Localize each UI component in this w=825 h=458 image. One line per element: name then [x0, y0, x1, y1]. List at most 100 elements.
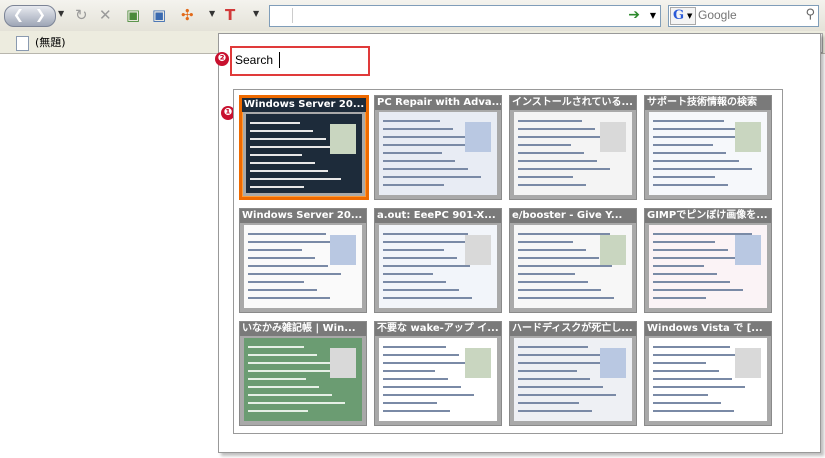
- go-arrow-icon[interactable]: ➔: [628, 7, 640, 23]
- preview-text-line: [250, 162, 315, 164]
- preview-text-line: [248, 249, 302, 251]
- search-icon[interactable]: ⚲: [805, 7, 815, 22]
- tab-thumbnail[interactable]: GIMPでピンぼけ画像を...: [644, 208, 772, 313]
- tab-thumbnail[interactable]: ハードディスクが死亡し...: [509, 321, 637, 426]
- new-window-icon[interactable]: ▣: [152, 6, 166, 24]
- reload-icon[interactable]: ↻: [75, 6, 88, 24]
- tab-thumbnail-popup: ❷ ❶ Windows Server 20...PC Repair with A…: [215, 33, 821, 453]
- preview-text-line: [518, 233, 610, 235]
- tab-thumbnail[interactable]: 不要な wake-アップ イ...: [374, 321, 502, 426]
- preview-text-line: [653, 281, 730, 283]
- preview-text-line: [248, 394, 332, 396]
- preview-text-line: [250, 138, 326, 140]
- url-dropdown-icon[interactable]: ▼: [650, 11, 656, 20]
- engine-dropdown-icon: ▼: [687, 12, 693, 20]
- thumbnail-title: Windows Vista で [...: [645, 322, 771, 336]
- move-icon[interactable]: ✣: [181, 6, 194, 24]
- preview-text-line: [383, 176, 481, 178]
- history-dropdown-icon[interactable]: ▼: [58, 9, 64, 18]
- preview-text-line: [653, 394, 708, 396]
- preview-text-line: [518, 378, 590, 380]
- preview-text-line: [248, 410, 308, 412]
- preview-image-block: [330, 348, 356, 378]
- preview-text-line: [250, 178, 341, 180]
- preview-text-line: [383, 168, 468, 170]
- preview-text-line: [383, 136, 466, 138]
- page-preview: [649, 338, 767, 421]
- preview-text-line: [653, 402, 721, 404]
- preview-text-line: [383, 386, 461, 388]
- new-tab-icon[interactable]: ▣: [126, 6, 140, 24]
- preview-image-block: [600, 235, 626, 265]
- preview-text-line: [518, 241, 573, 243]
- preview-text-line: [383, 394, 474, 396]
- web-search-box[interactable]: G ▼ ⚲: [668, 5, 819, 27]
- document-icon: [16, 35, 29, 51]
- filter-input[interactable]: [235, 53, 275, 67]
- preview-text-line: [383, 362, 472, 364]
- tab-thumbnail[interactable]: サポート技術情報の検索: [644, 95, 772, 200]
- thumbnail-title: サポート技術情報の検索: [645, 96, 771, 110]
- tab-thumbnail[interactable]: PC Repair with Adva...: [374, 95, 502, 200]
- preview-text-line: [248, 257, 315, 259]
- tab-thumbnail[interactable]: e/booster - Give Y...: [509, 208, 637, 313]
- google-logo-icon: G: [673, 8, 685, 23]
- preview-text-line: [383, 370, 435, 372]
- address-bar[interactable]: ➔ ▼: [269, 5, 661, 27]
- search-engine-button[interactable]: G ▼: [670, 7, 696, 25]
- preview-text-line: [653, 410, 734, 412]
- back-arrow-icon[interactable]: ❮: [13, 8, 24, 23]
- preview-text-line: [653, 120, 724, 122]
- preview-text-line: [518, 160, 597, 162]
- preview-text-line: [248, 241, 339, 243]
- preview-text-line: [653, 160, 739, 162]
- thumbnail-title: インストールされている...: [510, 96, 636, 110]
- text-icon[interactable]: T: [225, 6, 235, 24]
- preview-text-line: [383, 273, 433, 275]
- preview-text-line: [653, 346, 730, 348]
- preview-text-line: [383, 184, 444, 186]
- preview-text-line: [653, 289, 743, 291]
- preview-image-block: [735, 348, 761, 378]
- tab-untitled[interactable]: (無題): [10, 33, 72, 52]
- tab-thumbnail[interactable]: いなかみ雑記帳 | Win...: [239, 321, 367, 426]
- preview-text-line: [250, 146, 339, 148]
- search-input[interactable]: [698, 7, 788, 23]
- forward-arrow-icon[interactable]: ❯: [35, 8, 46, 23]
- tab-thumbnail[interactable]: インストールされている...: [509, 95, 637, 200]
- tab-thumbnail[interactable]: Windows Server 20...: [239, 95, 369, 200]
- thumbnail-title: e/booster - Give Y...: [510, 209, 636, 223]
- preview-text-line: [653, 152, 726, 154]
- preview-text-line: [518, 386, 603, 388]
- preview-text-line: [248, 354, 317, 356]
- preview-text-line: [383, 289, 459, 291]
- preview-text-line: [653, 241, 715, 243]
- preview-text-line: [248, 362, 330, 364]
- preview-text-line: [518, 144, 571, 146]
- filter-box[interactable]: [230, 46, 370, 76]
- tab-thumbnail[interactable]: a.out: EeePC 901-X...: [374, 208, 502, 313]
- thumbnail-title: Windows Server 20...: [240, 209, 366, 223]
- thumbnail-title: ハードディスクが死亡し...: [510, 322, 636, 336]
- preview-text-line: [653, 378, 732, 380]
- preview-text-line: [383, 257, 457, 259]
- text-dropdown-icon[interactable]: ▼: [253, 9, 259, 18]
- page-preview: [244, 225, 362, 308]
- preview-text-line: [383, 120, 440, 122]
- preview-text-line: [248, 346, 304, 348]
- preview-text-line: [248, 273, 341, 275]
- preview-text-line: [518, 289, 601, 291]
- stop-icon[interactable]: ✕: [99, 6, 112, 24]
- preview-text-line: [518, 402, 579, 404]
- tab-thumbnail[interactable]: Windows Vista で [...: [644, 321, 772, 426]
- preview-text-line: [518, 346, 588, 348]
- page-preview: [246, 114, 362, 193]
- preview-image-block: [600, 348, 626, 378]
- gesture-dropdown-icon[interactable]: ▼: [209, 9, 215, 18]
- page-preview: [379, 112, 497, 195]
- browser-toolbar: ❮ ❯ ▼ ↻ ✕ ▣ ▣ ✣ ▼ T ▼ ➔ ▼ G ▼ ⚲: [0, 0, 825, 32]
- preview-text-line: [518, 249, 586, 251]
- preview-text-line: [383, 402, 437, 404]
- preview-text-line: [250, 154, 302, 156]
- tab-thumbnail[interactable]: Windows Server 20...: [239, 208, 367, 313]
